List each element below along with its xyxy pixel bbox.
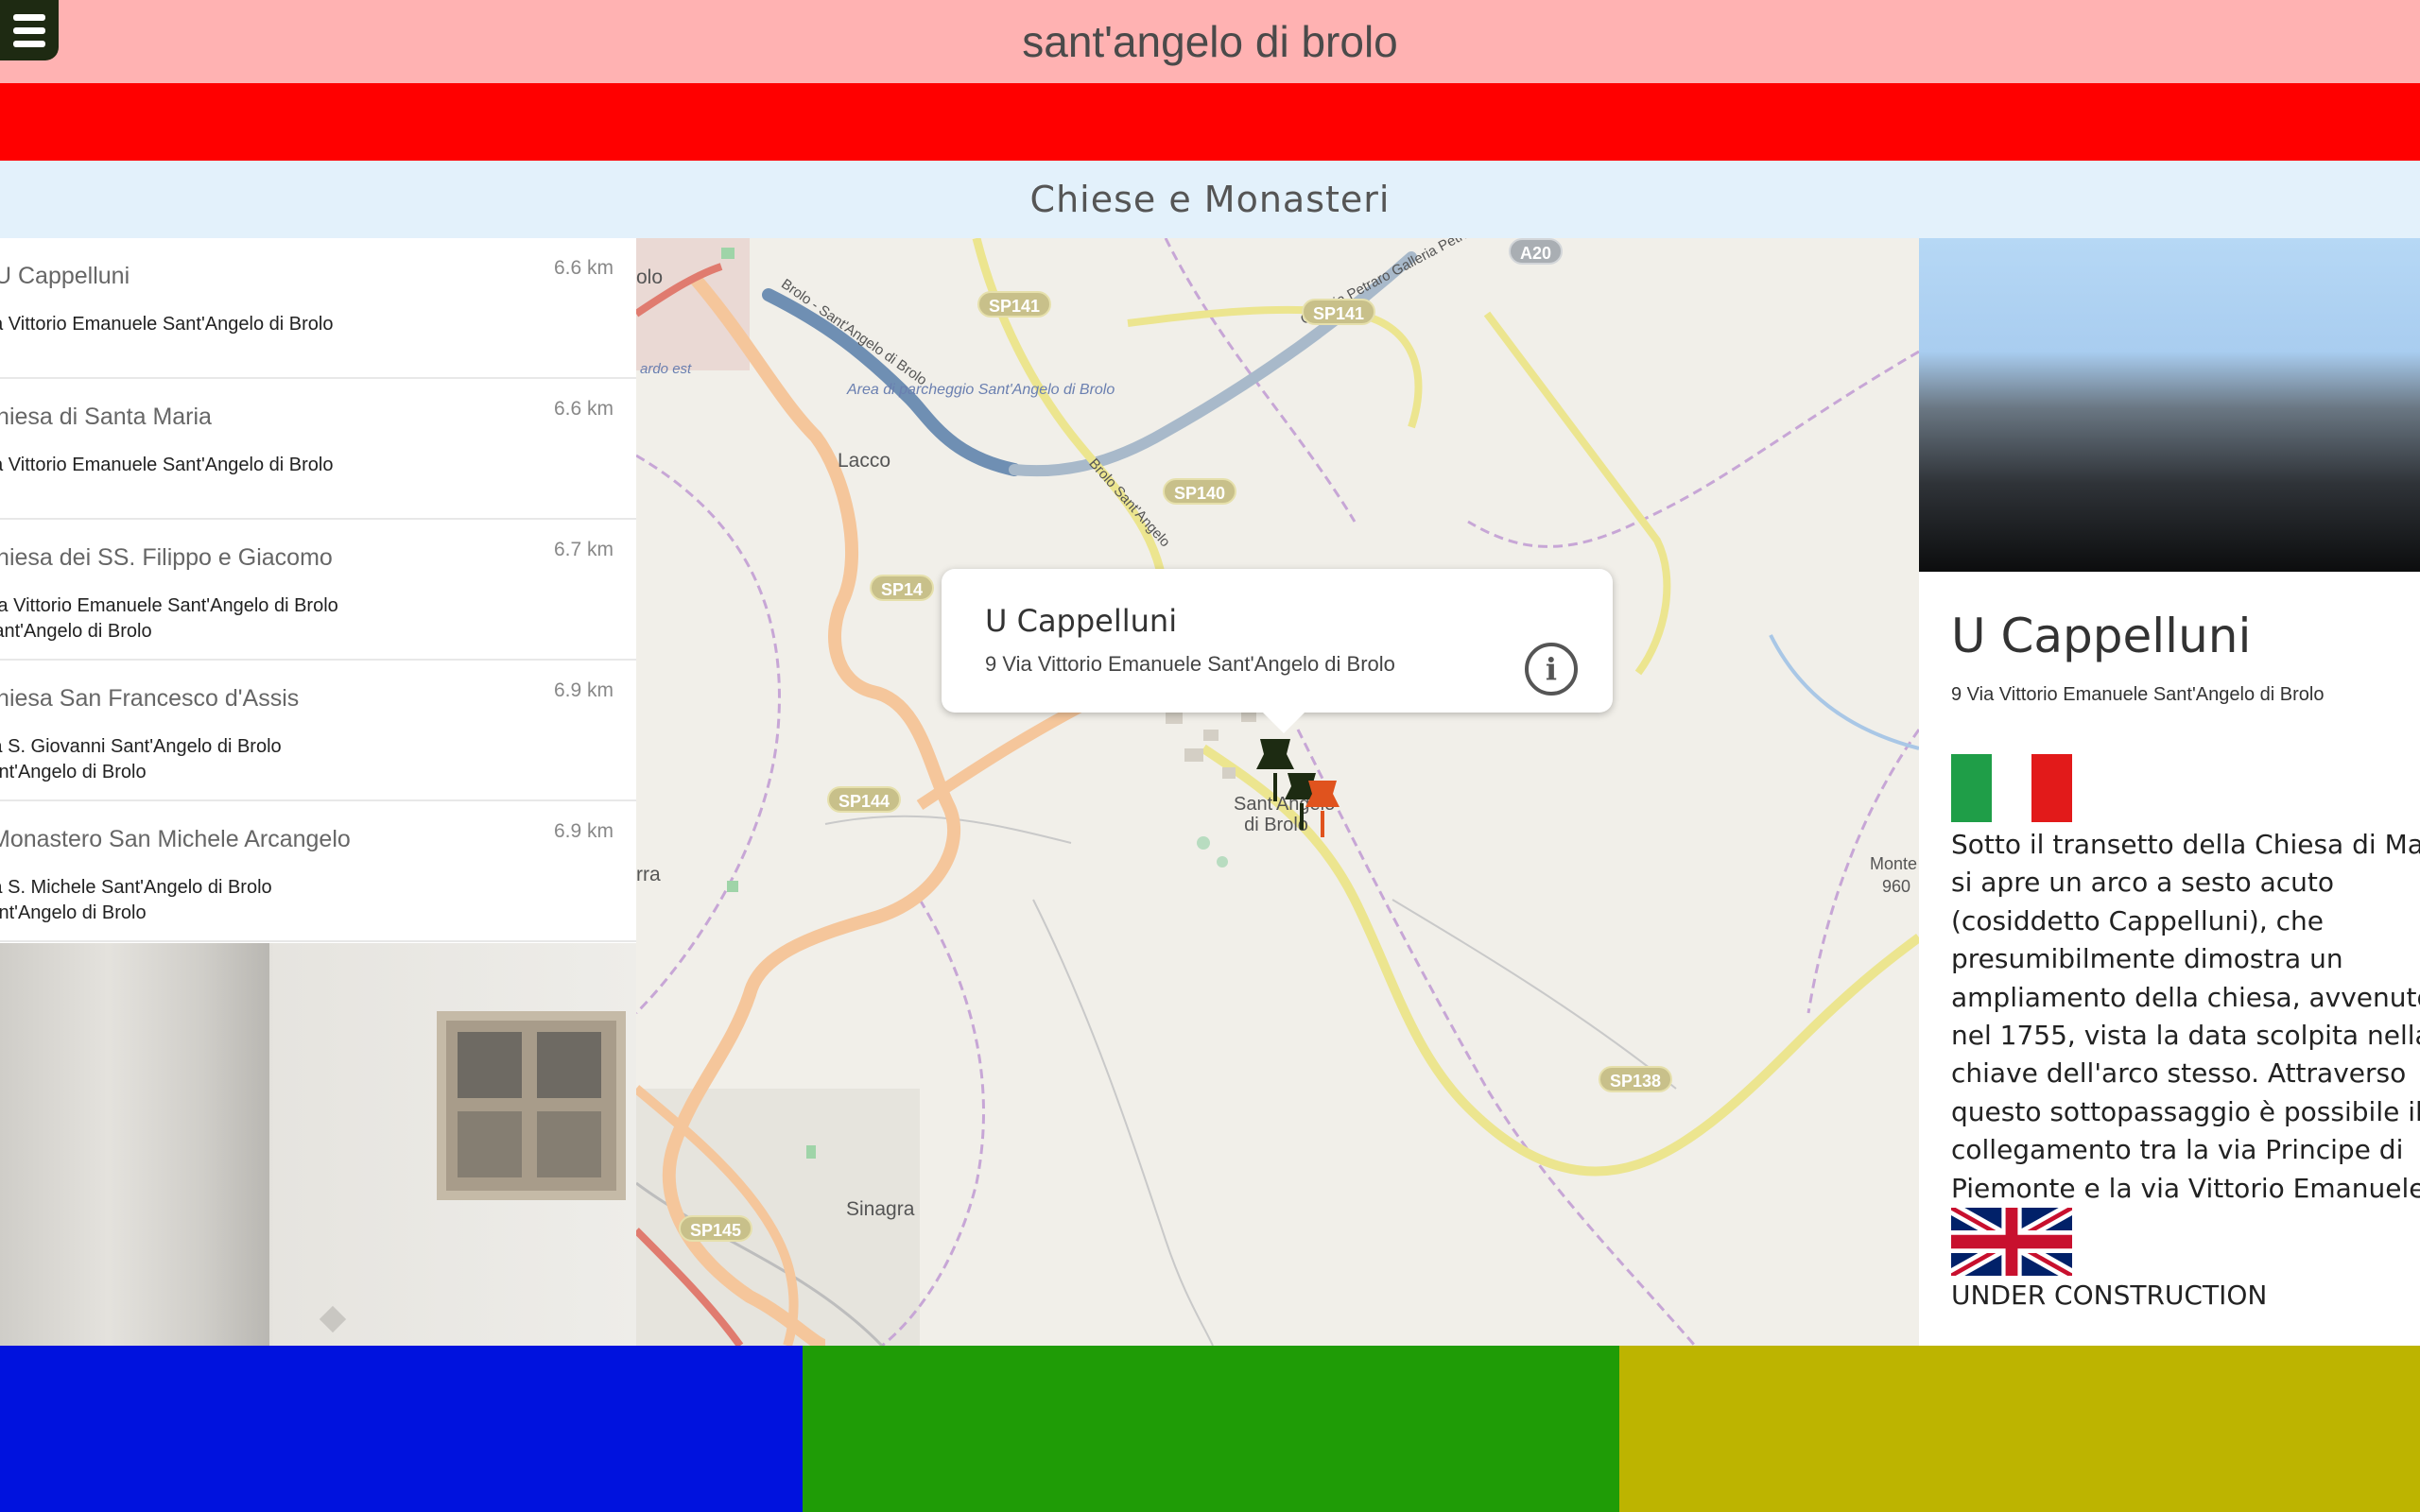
road-badge-sp14: SP14 [870,575,935,601]
italy-flag-icon[interactable] [1951,754,2073,822]
detail-description: Sotto il transetto della Chiesa di Maria… [1951,829,2420,1204]
detail-address: 9 Via Vittorio Emanuele Sant'Angelo di B… [1951,684,2325,705]
bottom-tab-blue[interactable] [0,1346,803,1512]
detail-hero-image [1919,238,2420,572]
list-item-name: Chiesa dei SS. Filippo e Giacomo [0,544,333,571]
map-pin-selected-icon[interactable] [1304,777,1341,839]
road-badge-a20: A20 [1509,238,1564,265]
road-badge-sp141: SP141 [1302,299,1376,325]
road-badge-sp144: SP144 [827,786,902,813]
list-item-name: Chiesa di Santa Maria [0,404,212,430]
under-construction-label: UNDER CONSTRUCTION [1951,1280,2268,1311]
map-label-monte-alt: 960 [1882,877,1911,896]
detail-panel: U Cappelluni 9 Via Vittorio Emanuele San… [1919,238,2420,1346]
detail-title: U Cappelluni [1951,609,2252,663]
map-label-parcheggio: Area di parcheggio Sant'Angelo di Brolo [847,382,1115,398]
map-label-edge-top: olo [636,266,664,288]
popup-title: U Cappelluni [985,603,1178,639]
list-item-address: 9 Via Vittorio Emanuele Sant'Angelo di B… [0,455,334,475]
map-label-sinagra: Sinagra [846,1198,915,1220]
left-panel: U Cappelluni 6.6 km 9 Via Vittorio Emanu… [0,238,636,1346]
list-item-name: U Cappelluni [0,263,130,289]
map-popup[interactable]: U Cappelluni 9 Via Vittorio Emanuele San… [942,569,1613,733]
list-item[interactable]: Monastero San Michele Arcangelo 6.9 km V… [0,801,636,942]
photo-window [437,1011,626,1200]
menu-line [13,40,45,47]
list-item-distance: 6.6 km [553,257,614,279]
app-title: sant'angelo di brolo [1022,17,1398,66]
list-item[interactable]: Chiesa di Santa Maria 6.6 km 9 Via Vitto… [0,379,636,520]
red-banner [0,83,2420,161]
list-item-address: Via S. Giovanni Sant'Angelo di Brolo San… [0,736,282,782]
list-item-name: Chiesa San Francesco d'Assis [0,685,300,712]
title-bar: sant'angelo di brolo [0,0,2420,83]
list-item-address: Via S. Michele Sant'Angelo di Brolo Sant… [0,877,272,923]
list-item[interactable]: Chiesa San Francesco d'Assis 6.9 km Via … [0,661,636,801]
map-view[interactable]: Lacco Sinagra Area di parcheggio Sant'An… [636,238,1919,1346]
road-badge-sp140: SP140 [1163,478,1237,505]
bottom-tab-green[interactable] [803,1346,1619,1512]
section-title: Chiese e Monasteri [1029,179,1391,220]
road-badge-sp145: SP145 [679,1215,753,1242]
background-photo [0,943,636,1346]
map-label-lacco: Lacco [838,450,891,472]
photo-diamond [319,1305,347,1333]
uk-flag-icon[interactable] [1951,1208,2072,1276]
list-item-distance: 6.7 km [553,539,614,560]
bottom-tab-olive[interactable] [1619,1346,2420,1512]
list-item[interactable]: Chiesa dei SS. Filippo e Giacomo 6.7 km … [0,520,636,661]
info-icon[interactable]: i [1525,643,1578,696]
road-badge-sp141: SP141 [977,291,1052,318]
map-label-edge-left: rra [636,864,661,885]
list-item-address: 9 Via Vittorio Emanuele Sant'Angelo di B… [0,314,334,335]
app-root: sant'angelo di brolo Chiese e Monasteri … [0,0,2420,1512]
menu-line [13,26,45,34]
section-header: Chiese e Monasteri [0,161,2420,238]
list-item-address: Via Vittorio Emanuele Sant'Angelo di Bro… [0,595,338,642]
popup-address: 9 Via Vittorio Emanuele Sant'Angelo di B… [985,652,1395,676]
list-item[interactable]: U Cappelluni 6.6 km 9 Via Vittorio Emanu… [0,238,636,379]
menu-line [13,13,45,21]
list-item-name: Monastero San Michele Arcangelo [0,826,351,852]
list-item-distance: 6.6 km [553,398,614,420]
hamburger-menu-icon[interactable] [0,0,59,60]
places-list: U Cappelluni 6.6 km 9 Via Vittorio Emanu… [0,238,636,943]
road-badge-sp138: SP138 [1599,1066,1673,1092]
list-item-distance: 6.9 km [553,820,614,842]
map-label-monte: Monte [1870,854,1918,873]
photo-column [0,943,269,1346]
list-item-distance: 6.9 km [553,679,614,701]
map-label-edge-cluster: ardo est [640,361,692,377]
